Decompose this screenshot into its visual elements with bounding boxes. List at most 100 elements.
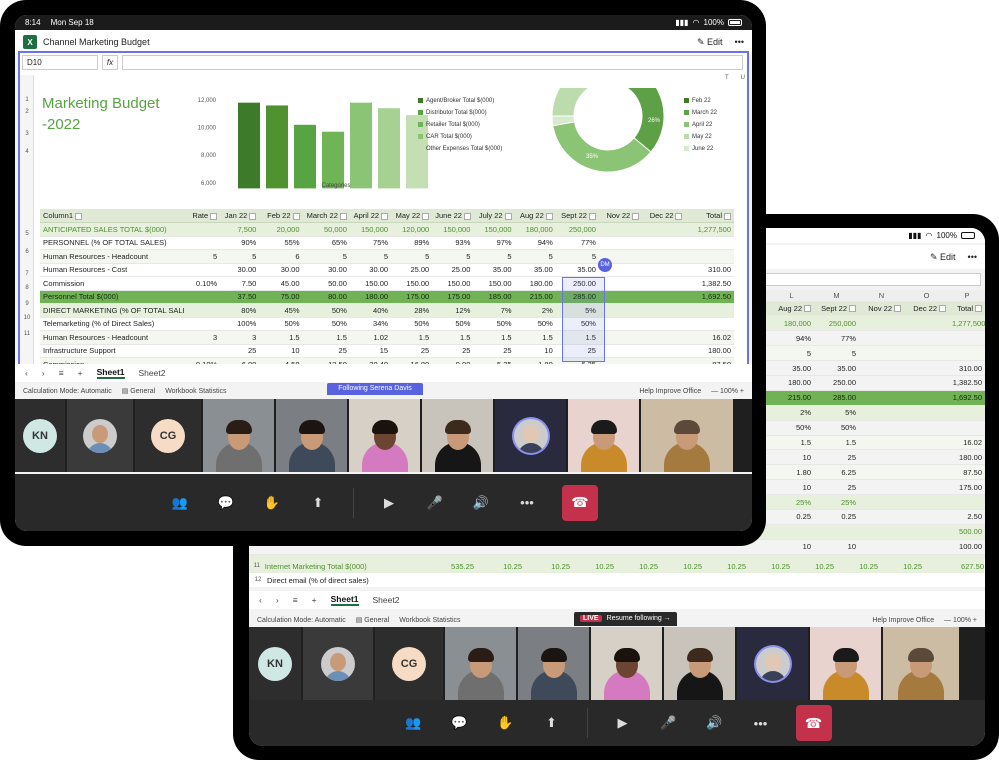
row-value[interactable]: 535.25 [414, 562, 474, 571]
table-cell[interactable]: 1,382.50 [685, 276, 734, 291]
name-box[interactable]: D10 [22, 55, 98, 70]
table-cell[interactable] [184, 344, 221, 358]
table-cell[interactable] [904, 315, 949, 332]
table-cell[interactable] [184, 290, 221, 304]
column-header[interactable]: Rate [184, 209, 221, 223]
row-value[interactable]: 10.25 [790, 562, 834, 571]
table-cell[interactable]: 45.00 [259, 276, 303, 291]
next-sheet-icon[interactable]: › [276, 595, 279, 605]
filter-dropdown-icon[interactable] [632, 212, 640, 220]
row-value[interactable]: 10.25 [658, 562, 702, 571]
participant-tile[interactable] [349, 399, 420, 472]
column-header[interactable]: June 22 [432, 209, 474, 223]
speaker-icon[interactable]: 🔊 [470, 492, 492, 514]
prev-sheet-icon[interactable]: ‹ [25, 368, 28, 378]
table-cell[interactable]: 215.00 [769, 390, 814, 406]
table-cell[interactable]: 180.00 [685, 344, 734, 358]
table-cell[interactable]: 50% [391, 317, 433, 331]
table-cell[interactable]: ANTICIPATED SALES TOTAL $(000) [40, 222, 185, 237]
table-cell[interactable]: 25 [220, 344, 260, 358]
table-cell[interactable]: 55% [259, 236, 303, 250]
table-cell[interactable]: 0.10% [184, 276, 221, 291]
table-cell[interactable] [904, 360, 949, 376]
table-cell[interactable]: 180,000 [514, 222, 556, 237]
table-cell[interactable]: 35.00 [555, 263, 599, 277]
column-header[interactable]: Dec 22 [642, 209, 686, 223]
table-cell[interactable]: 10 [814, 539, 859, 555]
table-cell[interactable] [598, 236, 643, 250]
table-cell[interactable] [184, 222, 221, 237]
table-cell[interactable]: 50% [473, 317, 515, 331]
table-cell[interactable] [642, 303, 686, 318]
table-cell[interactable]: 1,277,500 [949, 315, 985, 332]
participant-tile[interactable] [422, 399, 493, 472]
tab-sheet1[interactable]: Sheet1 [330, 594, 359, 606]
table-cell[interactable]: 175.00 [432, 290, 474, 304]
table-cell[interactable] [814, 524, 859, 540]
raise-hand-icon[interactable]: ✋ [261, 492, 283, 514]
tab-sheet1[interactable]: Sheet1 [96, 367, 125, 379]
hang-up-button[interactable]: ☎ [562, 484, 598, 521]
table-cell[interactable]: 10 [769, 479, 814, 496]
participant-tile[interactable] [495, 399, 566, 472]
filter-dropdown-icon[interactable] [210, 212, 218, 220]
chat-icon[interactable]: 💬 [215, 492, 237, 514]
table-cell[interactable]: 25 [814, 449, 859, 466]
help-improve[interactable]: Help Improve Office [872, 617, 934, 624]
filter-dropdown-icon[interactable] [292, 212, 300, 220]
column-header[interactable]: Aug 22 [514, 209, 556, 223]
table-cell[interactable]: 87.50 [949, 464, 985, 481]
microphone-icon[interactable]: 🎤 [658, 712, 680, 734]
resume-following-button[interactable]: LIVE Resume following → [574, 612, 677, 626]
spreadsheet-grid[interactable]: D10 fx TU 1 2 3 4 5 6 7 8 9 10 11 Marketing Budget… [18, 51, 749, 382]
table-cell[interactable] [859, 360, 904, 376]
table-cell[interactable] [949, 345, 985, 362]
table-cell[interactable] [904, 345, 949, 362]
hang-up-button[interactable]: ☎ [795, 705, 832, 741]
table-cell[interactable]: 30.00 [349, 263, 392, 277]
table-cell[interactable]: 80% [220, 303, 260, 318]
table-cell[interactable]: 16.02 [949, 435, 985, 451]
table-cell[interactable]: 5 [220, 249, 260, 264]
table-cell[interactable]: 75.00 [259, 290, 303, 304]
table-cell[interactable] [598, 330, 643, 345]
table-cell[interactable]: 25% [814, 494, 859, 510]
tab-sheet2[interactable]: Sheet2 [139, 368, 166, 378]
table-cell[interactable] [642, 236, 686, 250]
table-cell[interactable] [904, 509, 949, 525]
row-number[interactable]: 7 [20, 271, 34, 277]
table-cell[interactable]: 1,382.50 [949, 375, 985, 391]
help-improve[interactable]: Help Improve Office [639, 388, 701, 395]
more-options-icon[interactable]: ••• [516, 492, 538, 514]
selected-range[interactable] [562, 277, 605, 362]
edit-button[interactable]: ✎ Edit [697, 37, 723, 48]
table-cell[interactable]: 175.00 [949, 479, 985, 496]
more-options-icon[interactable]: ••• [750, 712, 772, 734]
table-cell[interactable]: 12% [432, 303, 474, 318]
speaker-icon[interactable]: 🔊 [704, 712, 726, 734]
table-cell[interactable] [859, 375, 904, 391]
table-cell[interactable] [642, 263, 686, 277]
filter-dropdown-icon[interactable] [975, 305, 982, 313]
table-cell[interactable] [904, 539, 949, 555]
participant-tile[interactable] [518, 627, 589, 700]
microphone-icon[interactable]: 🎤 [424, 492, 446, 514]
table-cell[interactable]: 5 [302, 249, 350, 264]
table-cell[interactable]: DIRECT MARKETING (% OF TOTAL SALES) [40, 303, 185, 318]
filter-dropdown-icon[interactable] [804, 305, 811, 313]
people-icon[interactable]: 👥 [403, 712, 425, 734]
formula-input[interactable] [122, 55, 743, 70]
col-letter[interactable]: M [814, 290, 859, 302]
column-header[interactable]: Nov 22 [859, 301, 904, 317]
table-cell[interactable] [769, 524, 814, 540]
table-cell[interactable]: 50.00 [302, 276, 350, 291]
following-banner[interactable]: Following Serena Davis [327, 383, 423, 395]
table-cell[interactable]: 28% [391, 303, 433, 318]
col-letter[interactable]: P [949, 290, 985, 302]
workbook-stats[interactable]: Workbook Statistics [399, 617, 460, 624]
table-cell[interactable]: 1.80 [769, 464, 814, 481]
filter-dropdown-icon[interactable] [588, 212, 596, 220]
row-value[interactable]: 627.50 [922, 562, 984, 571]
table-cell[interactable]: 50% [432, 317, 474, 331]
row-number[interactable]: 4 [20, 149, 34, 155]
